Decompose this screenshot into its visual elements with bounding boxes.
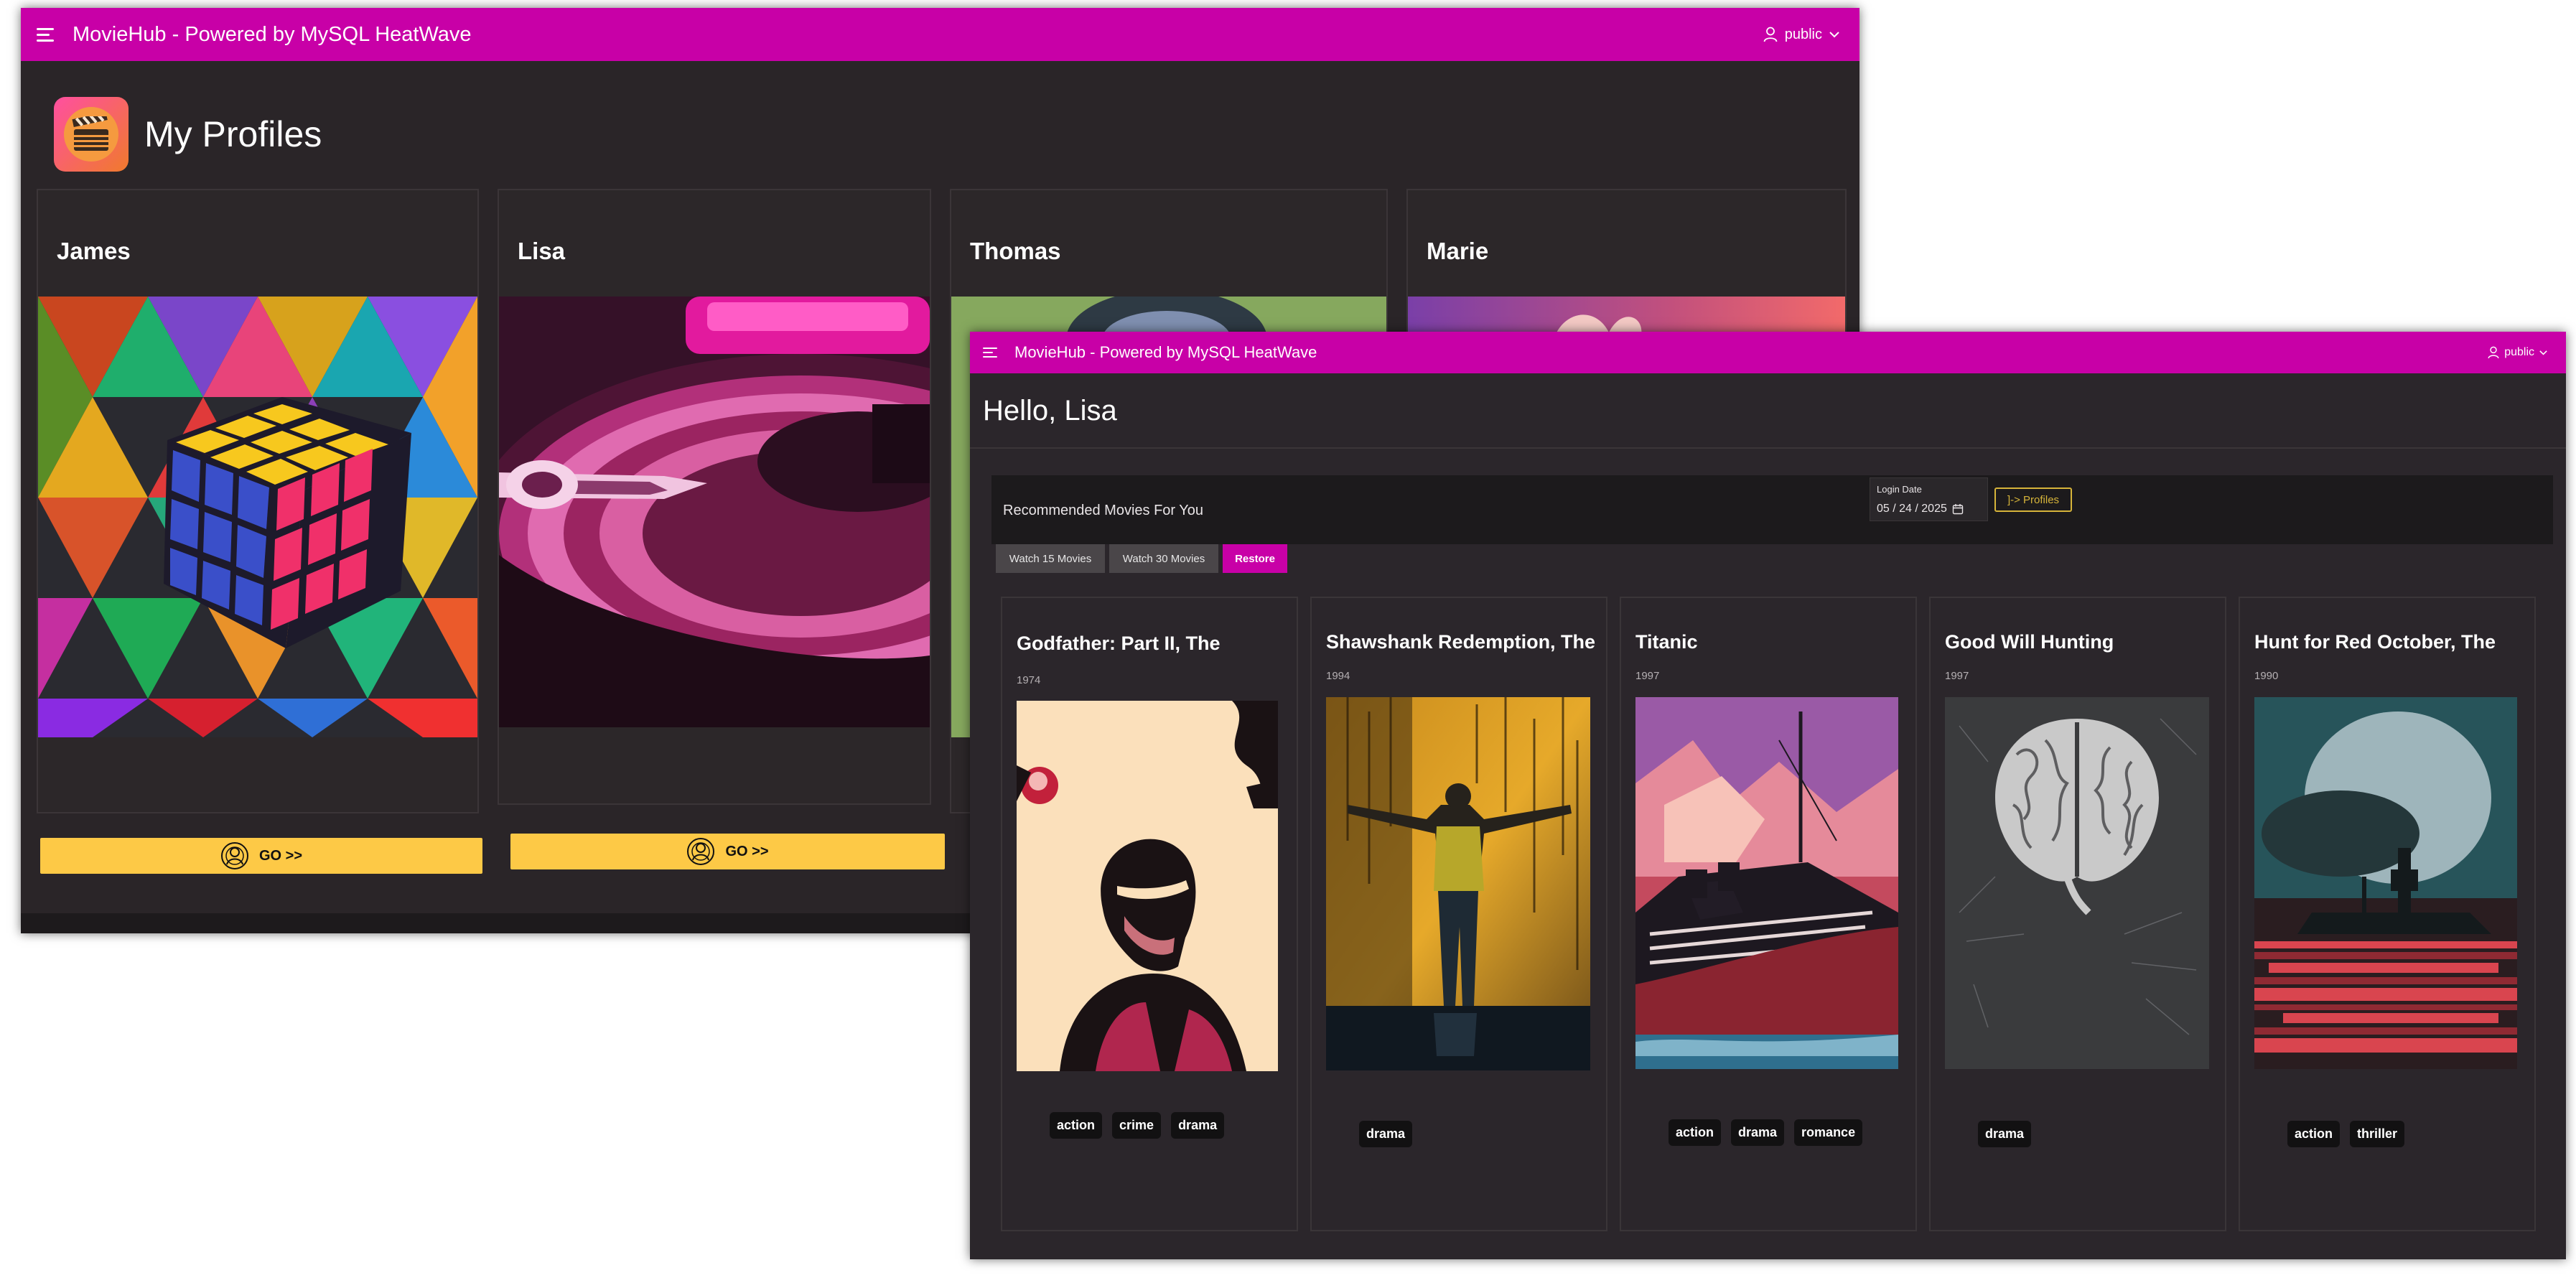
movie-year: 1997	[1945, 670, 1969, 682]
login-date-value[interactable]: 05 / 24 / 2025	[1877, 503, 1947, 515]
profile-icon	[687, 838, 715, 865]
user-icon	[2488, 346, 2499, 359]
menu-icon[interactable]	[983, 347, 999, 358]
user-label: public	[2504, 346, 2534, 358]
genre-tag[interactable]: action	[1669, 1119, 1722, 1146]
go-button-lisa[interactable]: GO >>	[510, 834, 945, 869]
menu-icon[interactable]	[37, 27, 55, 42]
genre-tag[interactable]: action	[2287, 1121, 2341, 1147]
login-date-field[interactable]: Login Date 05 / 24 / 2025	[1870, 477, 1988, 521]
movie-poster	[2254, 697, 2517, 1069]
chevron-down-icon	[2539, 350, 2547, 355]
movie-poster	[1945, 697, 2209, 1069]
genre-tags: drama	[1978, 1121, 2032, 1147]
clapperboard-icon	[72, 116, 108, 151]
profiles-button[interactable]: ]-> Profiles	[1994, 487, 2072, 512]
app-logo	[54, 97, 129, 172]
recommendations-window: MovieHub - Powered by MySQL HeatWave pub…	[970, 332, 2566, 1259]
movie-poster	[1326, 697, 1590, 1070]
profile-name: Marie	[1427, 238, 1489, 264]
page-title: My Profiles	[144, 114, 322, 154]
watch-30-movies-button[interactable]: Watch 30 Movies	[1109, 544, 1218, 573]
greeting: Hello, Lisa	[983, 395, 1117, 426]
profile-card-lisa[interactable]: Lisa	[498, 189, 931, 805]
genre-tag[interactable]: action	[1050, 1112, 1103, 1139]
movie-title: Good Will Hunting	[1945, 631, 2114, 653]
movie-title: Godfather: Part II, The	[1017, 633, 1221, 654]
go-button-label: GO >>	[725, 843, 769, 859]
page-header: My Profiles	[54, 97, 322, 172]
calendar-icon[interactable]	[1952, 503, 1964, 515]
app-header: MovieHub - Powered by MySQL HeatWave pub…	[970, 332, 2566, 373]
recommendations-header: Recommended Movies For You Login Date 05…	[991, 475, 2553, 544]
app-title: MovieHub - Powered by MySQL HeatWave	[73, 22, 472, 46]
restore-button[interactable]: Restore	[1223, 544, 1287, 573]
user-label: public	[1784, 26, 1822, 42]
chevron-down-icon	[1829, 31, 1839, 37]
profile-image-turntable	[499, 297, 930, 727]
genre-tag[interactable]: thriller	[2350, 1121, 2405, 1147]
profile-image-rubiks-cube	[38, 297, 477, 737]
user-menu[interactable]: public	[1763, 27, 1839, 43]
go-button-james[interactable]: GO >>	[40, 838, 482, 874]
section-title: Recommended Movies For You	[1003, 503, 1204, 518]
user-menu[interactable]: public	[2488, 346, 2547, 359]
profile-name: James	[57, 238, 131, 264]
movie-year: 1990	[2254, 670, 2279, 682]
login-date-label: Login Date	[1877, 484, 1922, 495]
user-icon	[1763, 27, 1778, 42]
genre-tag[interactable]: drama	[1359, 1121, 1413, 1147]
watch-15-movies-button[interactable]: Watch 15 Movies	[996, 544, 1105, 573]
movie-poster	[1635, 697, 1898, 1069]
genre-tag[interactable]: drama	[1978, 1121, 2032, 1147]
genre-tags: action drama romance	[1669, 1119, 1863, 1146]
app-title: MovieHub - Powered by MySQL HeatWave	[1014, 343, 1317, 361]
movie-year: 1994	[1326, 670, 1350, 682]
movie-title: Shawshank Redemption, The	[1326, 631, 1596, 653]
movie-card[interactable]: Good Will Hunting 1997 drama	[1929, 597, 2226, 1231]
genre-tag[interactable]: drama	[1171, 1112, 1225, 1139]
profile-name: Thomas	[970, 238, 1061, 264]
profile-icon	[220, 842, 248, 869]
genre-tag[interactable]: crime	[1112, 1112, 1162, 1139]
movie-title: Hunt for Red October, The	[2254, 631, 2496, 653]
app-header: MovieHub - Powered by MySQL HeatWave pub…	[21, 8, 1859, 61]
go-button-label: GO >>	[258, 847, 303, 864]
movie-year: 1997	[1635, 670, 1660, 682]
movie-title: Titanic	[1635, 631, 1698, 653]
movie-card[interactable]: Shawshank Redemption, The 1994 drama	[1310, 597, 1607, 1231]
movie-year: 1974	[1017, 674, 1041, 686]
movie-card[interactable]: Titanic 1997 action drama romance	[1620, 597, 1917, 1231]
genre-tags: drama	[1359, 1121, 1413, 1147]
genre-tags: action crime drama	[1050, 1112, 1225, 1139]
movie-poster	[1017, 701, 1278, 1071]
profile-card-james[interactable]: James	[37, 189, 479, 813]
genre-tag[interactable]: romance	[1794, 1119, 1863, 1146]
divider	[970, 447, 2566, 449]
movie-card[interactable]: Godfather: Part II, The 1974 action crim…	[1001, 597, 1298, 1231]
movie-card[interactable]: Hunt for Red October, The 1990 action th…	[2239, 597, 2536, 1231]
genre-tags: action thriller	[2287, 1121, 2405, 1147]
genre-tag[interactable]: drama	[1731, 1119, 1785, 1146]
profile-name: Lisa	[518, 238, 566, 264]
